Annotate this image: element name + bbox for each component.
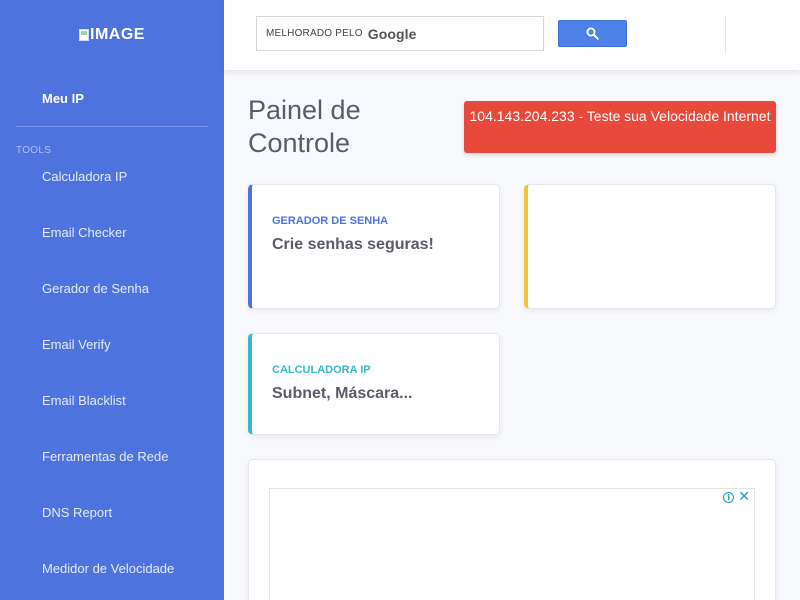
card-calculadora-ip[interactable]: CALCULADORA IP Subnet, Máscara... [248, 333, 500, 435]
topbar-divider [725, 16, 726, 54]
sidebar-item-email-checker[interactable]: Email Checker [0, 221, 224, 243]
brand-logo-image[interactable]: IMAGE [79, 26, 145, 44]
close-icon[interactable]: ✕ [738, 490, 750, 504]
info-icon[interactable]: i [723, 491, 735, 503]
sidebar-item-medidor-de-velocidade[interactable]: Medidor de Velocidade [0, 557, 224, 579]
card-category-label: CALCULADORA IP [272, 364, 371, 376]
topbar: MELHORADO PELO Google [224, 0, 800, 70]
card-value-label: Crie senhas seguras! [272, 236, 434, 253]
page-title: Painel de Controle [248, 95, 361, 158]
sidebar: IMAGE Meu IP TOOLS Calculadora IP Email … [0, 0, 224, 600]
card-category-label: GERADOR DE SENHA [272, 215, 389, 227]
sidebar-item-dns-report[interactable]: DNS Report [0, 501, 224, 523]
card-gerador-de-senha[interactable]: GERADOR DE SENHA Crie senhas seguras! [248, 184, 500, 309]
card-value-label: Subnet, Máscara... [272, 385, 413, 402]
sidebar-item-email-verify[interactable]: Email Verify [0, 333, 224, 355]
sidebar-item-gerador-de-senha[interactable]: Gerador de Senha [0, 277, 224, 299]
sidebar-item-ferramentas-de-rede[interactable]: Ferramentas de Rede [0, 445, 224, 467]
google-logo: Google [367, 25, 417, 42]
search-powered-by-label: MELHORADO PELO [266, 28, 363, 39]
search-button[interactable] [558, 20, 627, 47]
sidebar-item-meu-ip[interactable]: Meu IP [0, 70, 224, 126]
speed-test-button[interactable]: 104.143.204.233 - Teste sua Velocidade I… [464, 101, 776, 153]
brand-logo-alt-text: IMAGE [90, 26, 145, 43]
search-icon [586, 27, 599, 40]
search-input[interactable]: MELHORADO PELO Google [256, 16, 544, 51]
ad-controls: i ✕ [723, 490, 750, 504]
sidebar-item-calculadora-ip[interactable]: Calculadora IP [0, 165, 224, 187]
sidebar-item-email-blacklist[interactable]: Email Blacklist [0, 389, 224, 411]
card-empty [524, 184, 776, 309]
broken-image-icon [79, 29, 90, 41]
ad-frame[interactable]: i ✕ [269, 488, 755, 600]
sidebar-heading-tools: TOOLS [16, 145, 52, 156]
sidebar-brand[interactable]: IMAGE [0, 0, 224, 70]
